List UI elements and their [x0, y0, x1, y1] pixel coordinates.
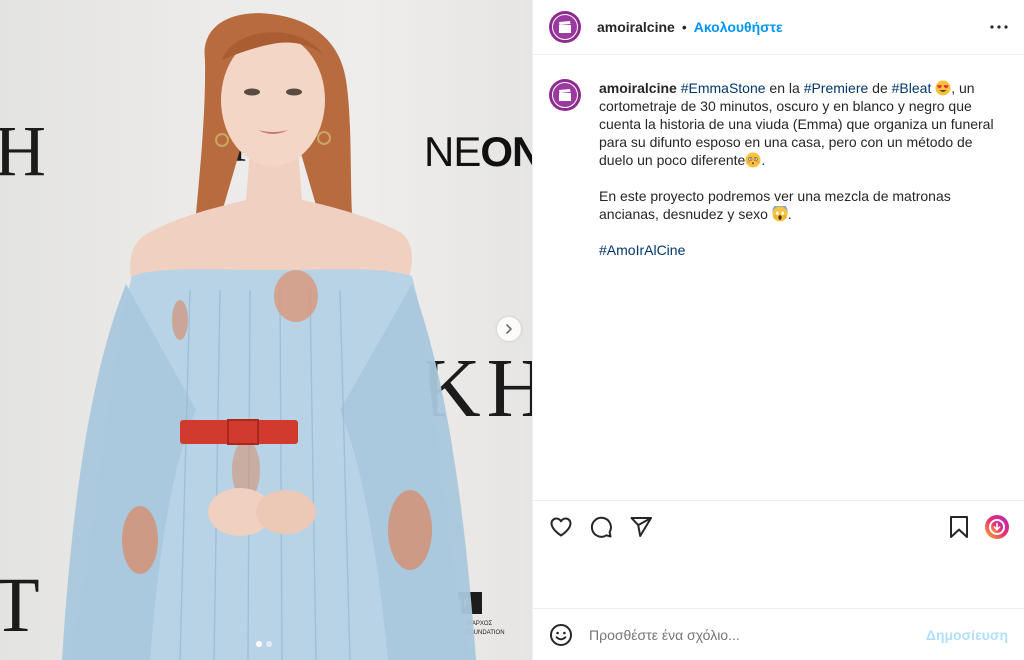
- chevron-right-icon: [506, 324, 512, 334]
- hashtag-link[interactable]: #Premiere: [804, 80, 869, 96]
- hashtag-link[interactable]: #AmoIrAlCine: [599, 242, 685, 258]
- clapperboard-icon: [559, 89, 571, 101]
- comments-area: amoiralcine #EmmaStone en la #Premiere d…: [533, 55, 1024, 500]
- hashtag-link[interactable]: #Bleat: [892, 80, 932, 96]
- publish-button[interactable]: Δημοσίευση: [926, 627, 1008, 643]
- post-photo[interactable]: H H KH T NEON N / SNF Α ΣΤΑΥΡΟΣ ΝΙΑΡΧΟΣ …: [0, 0, 532, 660]
- post-side-panel: amoiralcine • Ακολουθήστε amoiralcine #E…: [532, 0, 1024, 660]
- caption-username[interactable]: amoiralcine: [599, 80, 677, 96]
- carousel-indicator: [256, 641, 272, 647]
- comment-icon: [590, 516, 612, 538]
- boost-icon: [985, 514, 1009, 539]
- like-button[interactable]: [549, 515, 573, 539]
- avatar[interactable]: [549, 79, 581, 111]
- heart-eyes-emoji-icon: [935, 80, 951, 96]
- more-options-button[interactable]: [990, 25, 1008, 29]
- boost-button[interactable]: [984, 514, 1010, 540]
- follow-button[interactable]: Ακολουθήστε: [694, 19, 783, 35]
- screaming-face-emoji-icon: [772, 206, 788, 222]
- woman-in-blue-gown-illustration: [62, 13, 476, 660]
- username[interactable]: amoiralcine: [597, 19, 675, 35]
- smiley-icon: [550, 623, 572, 646]
- caption-row: amoiralcine #EmmaStone en la #Premiere d…: [549, 79, 1008, 277]
- carousel-dot: [266, 641, 272, 647]
- carousel-dot-active: [256, 641, 262, 647]
- save-button[interactable]: [948, 515, 970, 539]
- comment-input[interactable]: [589, 626, 926, 643]
- post-header: amoiralcine • Ακολουθήστε: [533, 0, 1024, 55]
- separator-dot: •: [681, 19, 687, 35]
- instagram-post: H H KH T NEON N / SNF Α ΣΤΑΥΡΟΣ ΝΙΑΡΧΟΣ …: [0, 0, 1024, 660]
- post-caption: amoiralcine #EmmaStone en la #Premiere d…: [599, 80, 994, 258]
- more-horizontal-icon: [990, 25, 1008, 29]
- share-button[interactable]: [629, 515, 653, 539]
- next-slide-button[interactable]: [497, 317, 521, 341]
- comment-button[interactable]: [589, 515, 613, 539]
- clapperboard-icon: [559, 21, 571, 33]
- emoji-picker-button[interactable]: [549, 623, 573, 647]
- add-comment-bar: Δημοσίευση: [533, 608, 1024, 660]
- post-actions-bar: [533, 500, 1024, 552]
- bookmark-icon: [950, 515, 968, 538]
- flushed-face-emoji-icon: [745, 152, 761, 168]
- heart-icon: [550, 517, 572, 536]
- hashtag-link[interactable]: #EmmaStone: [681, 80, 766, 96]
- share-icon: [630, 516, 652, 537]
- avatar[interactable]: [549, 11, 581, 43]
